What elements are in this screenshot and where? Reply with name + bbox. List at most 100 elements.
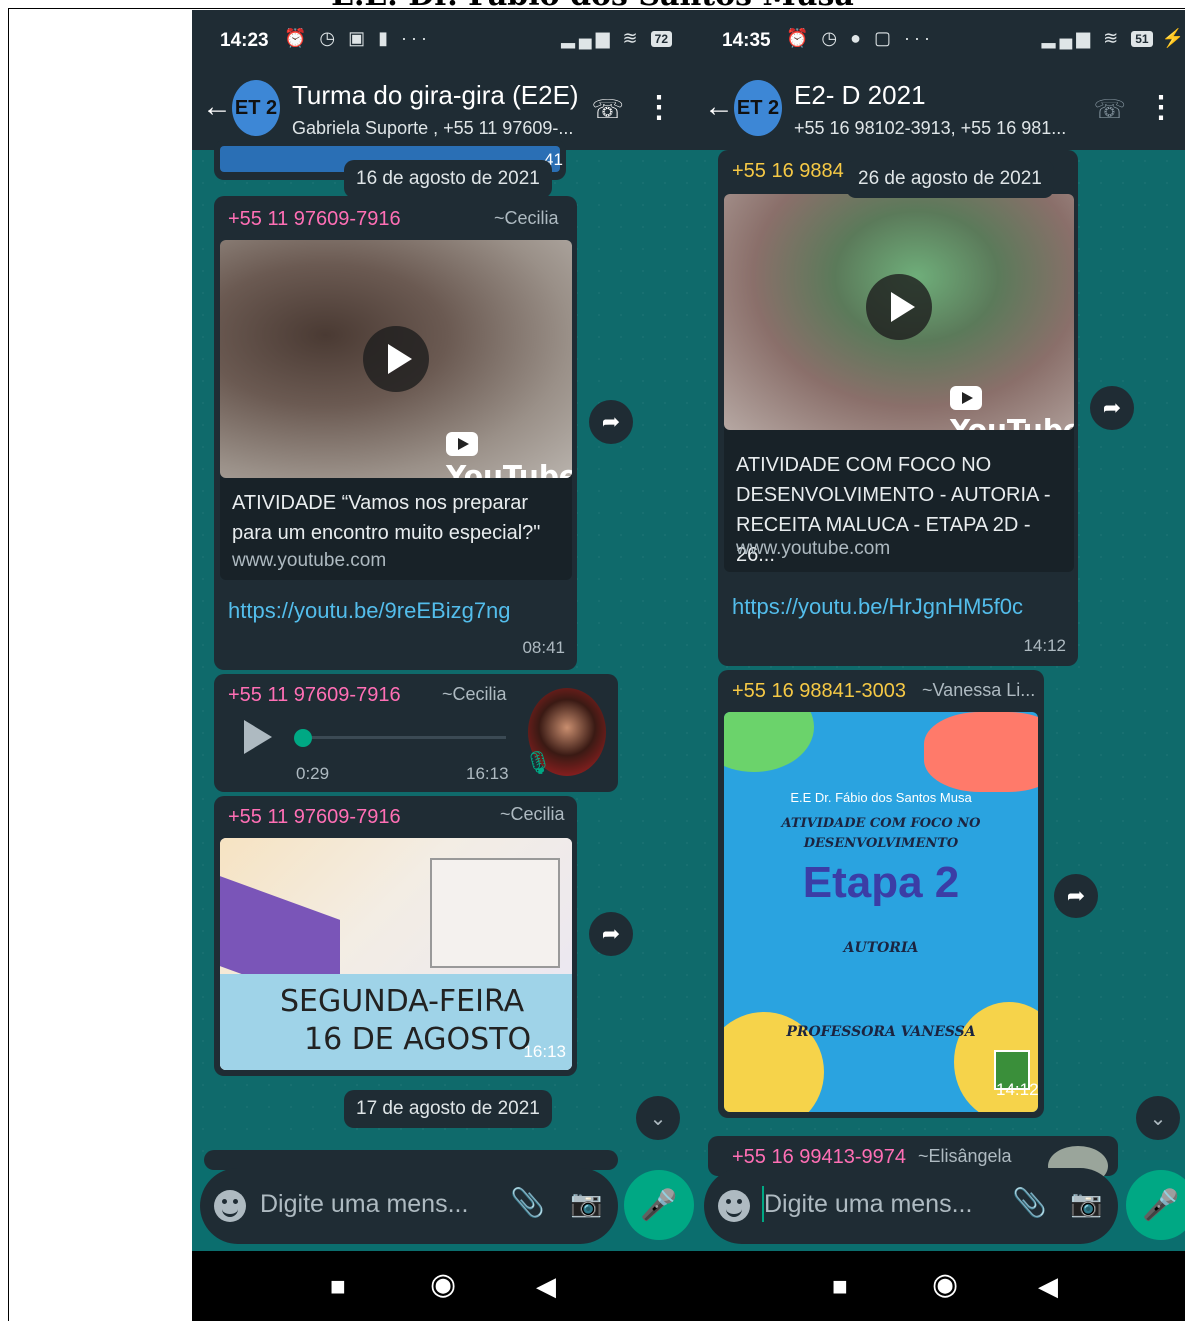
- status-system-icons: ▂▄▆ ≋ 51 ⚡: [1041, 28, 1185, 48]
- camera-icon[interactable]: 📷: [1070, 1188, 1102, 1219]
- sender-name: ~Cecilia: [500, 804, 565, 824]
- add-call-icon[interactable]: ☏: [1093, 94, 1126, 125]
- scroll-down-icon[interactable]: ⌄: [1136, 1096, 1180, 1140]
- status-time: 14:35: [722, 30, 771, 51]
- card-teacher: PROFESSORA VANESSA: [786, 1024, 976, 1040]
- navigation-bar: ■ ◉ ◀: [694, 1251, 1185, 1321]
- audio-progress-handle[interactable]: [294, 729, 312, 747]
- message-link[interactable]: https://youtu.be/HrJgnHM5f0c: [732, 594, 1023, 620]
- back-nav-icon[interactable]: ◀: [1038, 1271, 1058, 1302]
- scroll-down-icon[interactable]: ⌄: [636, 1096, 680, 1140]
- camera-icon[interactable]: 📷: [570, 1188, 602, 1219]
- forward-icon[interactable]: ➦: [589, 912, 633, 956]
- battery-icon: 51: [1131, 31, 1153, 48]
- message-link[interactable]: https://youtu.be/9reEBizg7ng: [228, 598, 511, 624]
- voice-message-bubble[interactable]: +55 11 97609-7916 ~Cecilia 0:29 16:13 🎙: [214, 674, 618, 792]
- card-line1: ATIVIDADE COM FOCO NO: [781, 816, 981, 831]
- message-input-bar[interactable]: Digite uma mens... 📎 📷: [704, 1168, 1118, 1244]
- microphone-button[interactable]: 🎤: [624, 1170, 694, 1240]
- chat-title[interactable]: E2- D 2021: [794, 80, 926, 111]
- sender-phone[interactable]: +55 16 98841-3003: [732, 680, 906, 703]
- sender-phone[interactable]: +55 11 97609-7916: [228, 806, 401, 829]
- more-options-icon[interactable]: ⋮: [1146, 90, 1176, 125]
- forward-icon[interactable]: ➦: [589, 400, 633, 444]
- chat-header: ← ET 2 Turma do gira-gira (E2E) Gabriela…: [192, 68, 694, 150]
- card-school: E.E Dr. Fábio dos Santos Musa: [790, 790, 972, 805]
- sender-phone[interactable]: +55 11 97609-7916: [228, 208, 401, 231]
- status-bar: 14:35 ⏰ ◷ ● ▢ ··· ▂▄▆ ≋ 51 ⚡: [694, 10, 1185, 68]
- emoji-icon[interactable]: [214, 1190, 246, 1222]
- forward-icon[interactable]: ➦: [1054, 874, 1098, 918]
- sender-phone[interactable]: +55 16 99413-9974: [732, 1146, 906, 1169]
- battery-icon: 72: [650, 31, 672, 48]
- add-call-icon[interactable]: ☏: [591, 94, 624, 125]
- calendar-grid-illustration: [430, 858, 560, 968]
- message-time: 16:13: [466, 764, 509, 783]
- chat-subtitle[interactable]: +55 16 98102-3913, +55 16 981...: [794, 118, 1066, 139]
- group-avatar[interactable]: ET 2: [232, 80, 280, 136]
- shared-image[interactable]: SEGUNDA-FEIRA 16 DE AGOSTO 16:13: [220, 838, 572, 1070]
- partial-message-bubble[interactable]: [204, 1150, 618, 1170]
- message-time: 08:41: [522, 638, 565, 657]
- message-time: 14:12: [1023, 636, 1066, 655]
- forward-icon[interactable]: ➦: [1090, 386, 1134, 430]
- chat-header: ← ET 2 E2- D 2021 +55 16 98102-3913, +55…: [694, 68, 1185, 150]
- link-preview[interactable]: YouTube ATIVIDADE COM FOCO NO DESENVOLVI…: [724, 194, 1074, 572]
- video-thumbnail[interactable]: YouTube: [724, 194, 1074, 430]
- link-preview[interactable]: YouTube ATIVIDADE “Vamos nos preparar pa…: [220, 240, 572, 580]
- message-input-bar[interactable]: Digite uma mens... 📎 📷: [200, 1168, 618, 1244]
- text-cursor: [762, 1186, 764, 1222]
- sender-name: ~Cecilia: [442, 684, 507, 704]
- preview-title: ATIVIDADE “Vamos nos preparar para um en…: [232, 492, 541, 544]
- youtube-logo: YouTube: [950, 380, 1074, 430]
- message-input[interactable]: Digite uma mens...: [260, 1190, 468, 1219]
- recents-icon[interactable]: ■: [832, 1271, 848, 1302]
- play-icon[interactable]: [866, 274, 932, 340]
- attach-icon[interactable]: 📎: [510, 1186, 545, 1219]
- microphone-button[interactable]: 🎤: [1126, 1170, 1185, 1240]
- home-icon[interactable]: ◉: [932, 1267, 958, 1302]
- chat-title[interactable]: Turma do gira-gira (E2E): [292, 80, 579, 111]
- play-icon[interactable]: [244, 720, 272, 754]
- card-stage: Etapa 2: [802, 858, 960, 907]
- card-topic: AUTORIA: [843, 940, 919, 956]
- more-options-icon[interactable]: ⋮: [644, 90, 674, 125]
- status-time: 14:23: [220, 30, 269, 51]
- preview-domain: www.youtube.com: [232, 550, 387, 571]
- sender-phone[interactable]: +55 11 97609-7916: [228, 684, 401, 707]
- back-arrow-icon[interactable]: ←: [704, 90, 734, 124]
- image-message-bubble[interactable]: +55 16 98841-3003 ~Vanessa Li... E.E Dr.…: [718, 670, 1044, 1118]
- preview-domain: www.youtube.com: [736, 538, 891, 559]
- message-bubble[interactable]: +55 16 9884 YouTube ATIVIDADE COM FOCO N…: [718, 150, 1078, 666]
- image-message-bubble[interactable]: +55 11 97609-7916 ~Cecilia SEGUNDA-FEIRA…: [214, 796, 577, 1076]
- chat-area[interactable]: +55 16 9884 YouTube ATIVIDADE COM FOCO N…: [694, 150, 1185, 1186]
- chat-subtitle[interactable]: Gabriela Suporte , +55 11 97609-...: [292, 118, 573, 139]
- chat-area[interactable]: 41 16 de agosto de 2021 +55 11 97609-791…: [192, 140, 694, 1170]
- shared-image[interactable]: E.E Dr. Fábio dos Santos Musa ATIVIDADE …: [724, 712, 1038, 1112]
- play-icon[interactable]: [363, 326, 429, 392]
- video-thumbnail[interactable]: YouTube: [220, 240, 572, 478]
- microphone-icon: 🎙: [524, 750, 552, 775]
- back-nav-icon[interactable]: ◀: [536, 1271, 556, 1302]
- phone-screenshot-left: 14:23 ⏰ ◷ ▣ ▮ ··· ▂▄▆ ≋ 72 ← ET 2 Turma …: [192, 10, 694, 1321]
- emoji-icon[interactable]: [718, 1190, 750, 1222]
- message-time: 16:13: [523, 1042, 566, 1061]
- status-bar: 14:23 ⏰ ◷ ▣ ▮ ··· ▂▄▆ ≋ 72: [192, 10, 694, 68]
- navigation-bar: ■ ◉ ◀: [192, 1251, 694, 1321]
- sender-phone[interactable]: +55 16 9884: [732, 160, 844, 183]
- home-icon[interactable]: ◉: [430, 1267, 456, 1302]
- sender-name: ~Vanessa Li...: [922, 680, 1036, 700]
- audio-progress-track[interactable]: [300, 736, 506, 739]
- group-avatar[interactable]: ET 2: [734, 80, 782, 136]
- signal-wifi-icon: ▂▄▆ ≋: [1041, 28, 1123, 48]
- message-bubble[interactable]: +55 11 97609-7916 ~Cecilia YouTube ATIVI…: [214, 196, 577, 670]
- youtube-logo: YouTube: [446, 426, 572, 478]
- audio-duration: 0:29: [296, 764, 330, 783]
- card-line2: DESENVOLVIMENTO: [803, 836, 959, 851]
- status-notification-icons: ⏰ ◷ ▣ ▮ ···: [284, 28, 432, 48]
- attach-icon[interactable]: 📎: [1012, 1186, 1047, 1219]
- message-input[interactable]: Digite uma mens...: [764, 1190, 972, 1219]
- recents-icon[interactable]: ■: [330, 1271, 346, 1302]
- date-chip: 16 de agosto de 2021: [344, 160, 552, 198]
- back-arrow-icon[interactable]: ←: [202, 90, 232, 124]
